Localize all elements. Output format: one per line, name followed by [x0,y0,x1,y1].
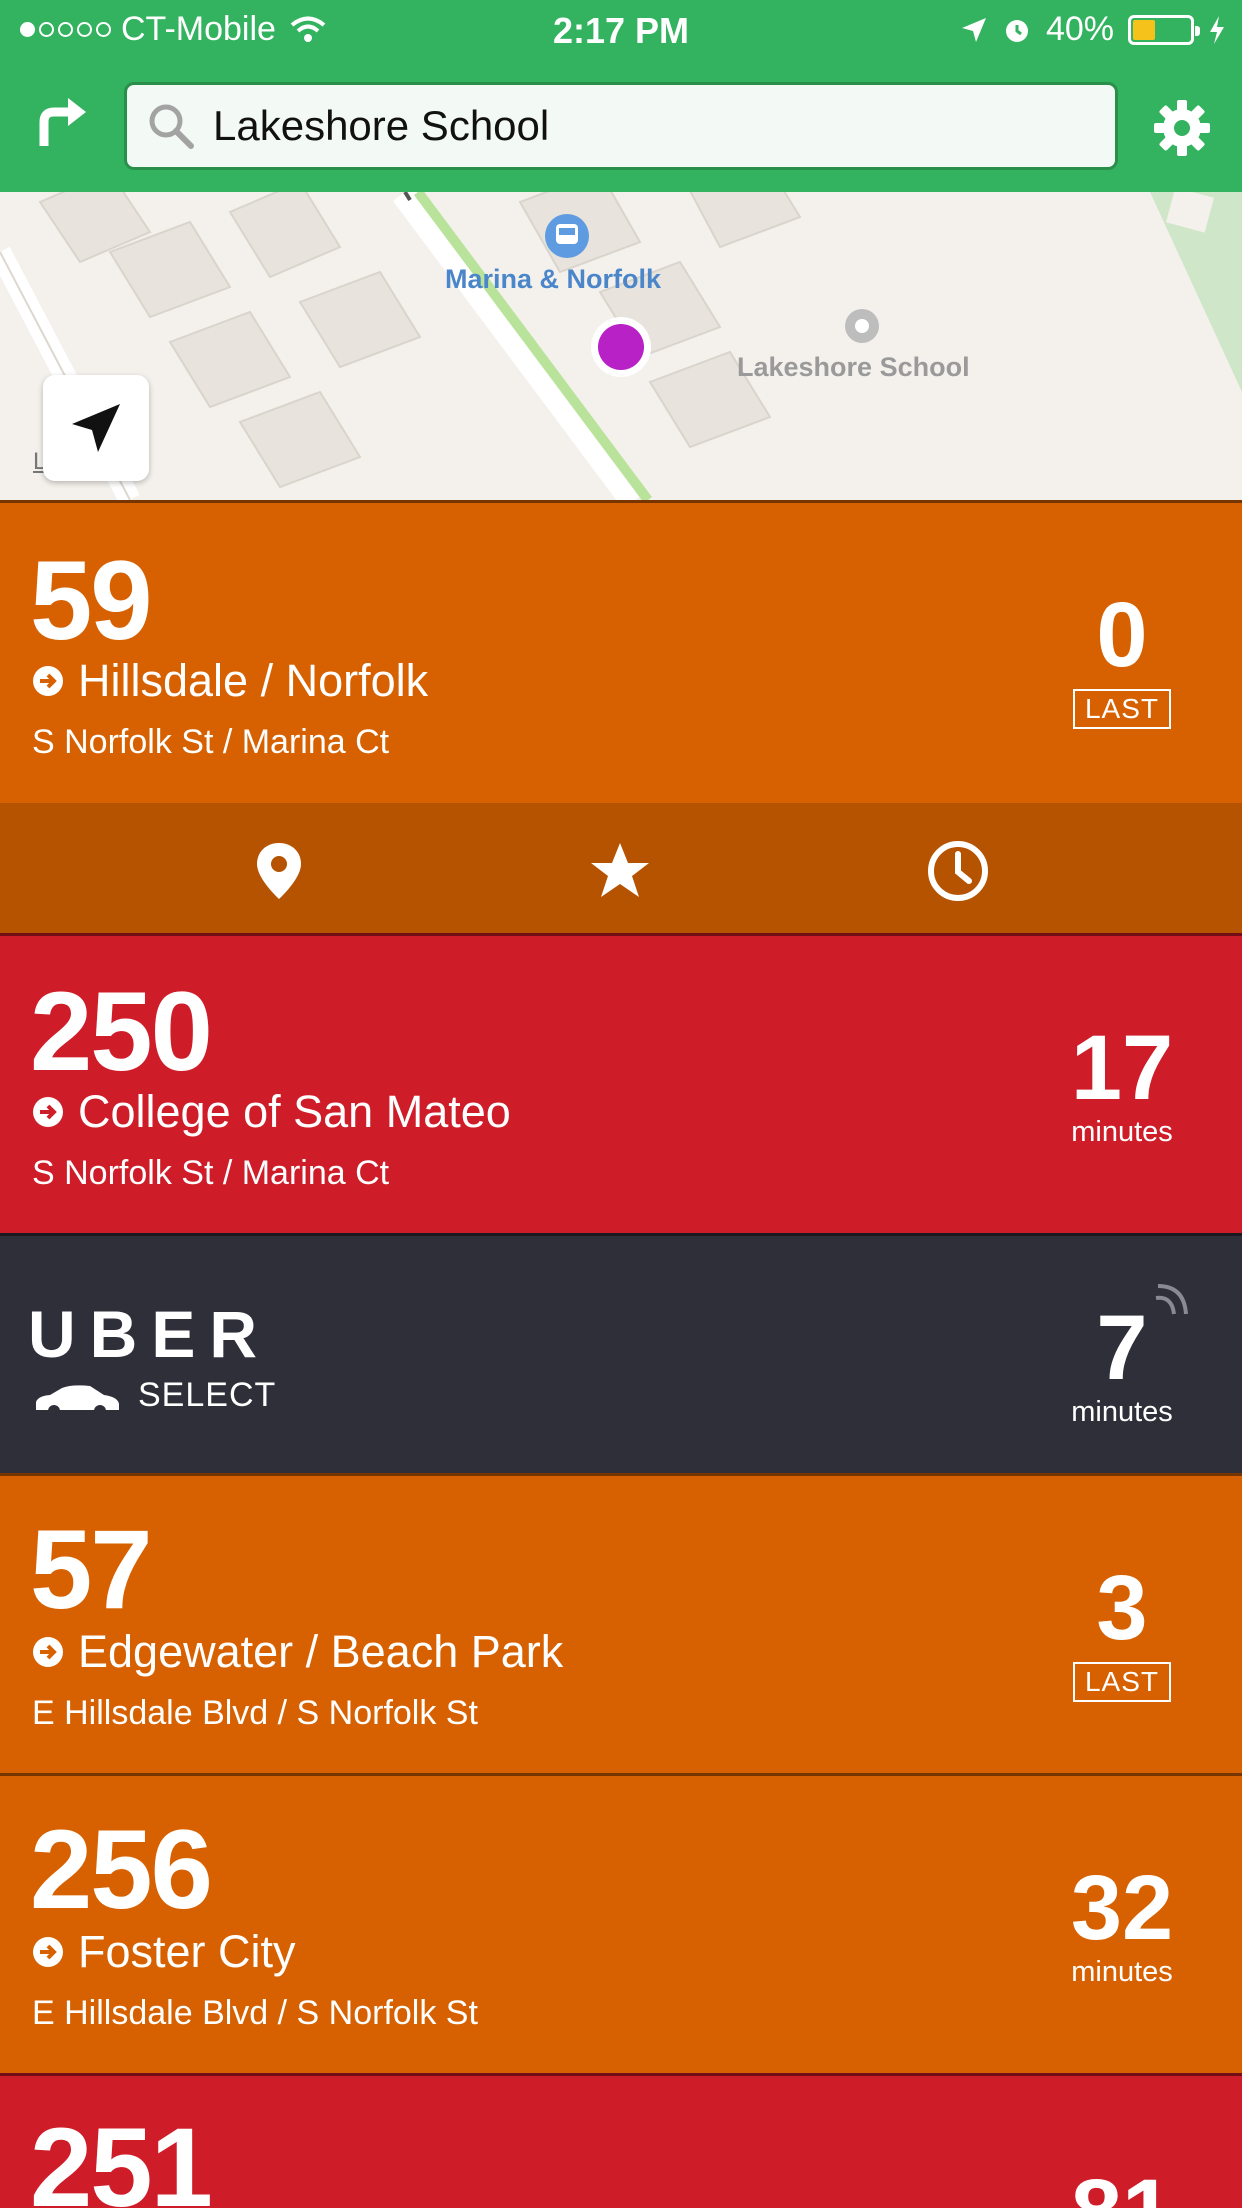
eta-value: 17 [1070,1017,1174,1119]
route-number: 250 [30,969,213,1094]
car-icon [36,1385,119,1417]
route-stop: S Norfolk St / Marina Ct [32,1154,390,1192]
route-number: 59 [30,538,153,663]
route-eta: 0 LAST [1052,589,1192,729]
route-destination-label: Edgewater / Beach Park [78,1626,564,1677]
route-card-256[interactable]: 256 Foster City E Hillsdale Blvd / S Nor… [0,1773,1242,2073]
search-bar [0,62,1242,192]
map-place-label[interactable]: Lakeshore School [737,352,970,383]
route-eta: 17 minutes [1052,1022,1192,1149]
route-number: 57 [30,1507,153,1632]
route-stop: E Hillsdale Blvd / S Norfolk St [32,1694,478,1732]
battery-percent: 40% [1045,10,1114,48]
status-bar: CT-Mobile 2:17 PM 40% [0,0,1242,62]
route-number: 256 [30,1807,213,1932]
location-arrow-icon [961,17,986,42]
eta-value: 0 [1096,584,1148,686]
gear-icon[interactable] [1152,98,1212,158]
route-card-59[interactable]: 59 Hillsdale / Norfolk S Norfolk St / Ma… [0,500,1242,803]
charging-bolt-icon [1210,15,1224,44]
eta-value: 81 [1052,2166,1192,2208]
search-icon [149,104,194,149]
route-destination-label: Foster City [78,1926,296,1977]
route-stop: S Norfolk St / Marina Ct [32,723,390,761]
eta-value: 7 [1096,1297,1148,1399]
turn-right-icon[interactable] [34,92,94,152]
eta-value: 32 [1070,1857,1174,1959]
route-destination: College of San Mateo [32,1086,511,1138]
eta-unit: minutes [1071,1396,1173,1428]
location-pin-icon[interactable] [247,839,311,903]
uber-eta: 7 minutes [1052,1302,1192,1429]
navigation-arrow-icon [72,404,120,452]
eta-unit: minutes [1071,1956,1173,1988]
route-eta: 32 minutes [1052,1862,1192,1989]
route-destination-label: Hillsdale / Norfolk [78,655,429,706]
eta-unit: minutes [1071,1116,1173,1148]
star-icon[interactable] [588,839,652,903]
route-number: 251 [30,2105,213,2208]
clock-icon[interactable] [926,839,990,903]
alarm-icon [1005,19,1028,42]
map-tiles [0,192,1242,500]
direction-arrow-icon [33,1097,63,1127]
status-indicators: 40% [960,10,1226,49]
route-card-250[interactable]: 250 College of San Mateo S Norfolk St / … [0,933,1242,1233]
uber-logo: UBER [28,1297,272,1371]
locate-me-button[interactable] [43,375,149,481]
map-stop-label[interactable]: Marina & Norfolk [445,264,661,295]
route-destination: Edgewater / Beach Park [32,1626,563,1678]
direction-arrow-icon [33,1637,63,1667]
uber-card[interactable]: UBER SELECT 7 minutes [0,1233,1242,1473]
eta-last-badge: LAST [1072,1662,1172,1702]
search-field[interactable] [124,82,1118,170]
route-card-251[interactable]: 251 81 [0,2073,1242,2208]
direction-arrow-icon [33,1937,63,1967]
route-destination-label: College of San Mateo [78,1086,511,1137]
route-action-bar [0,803,1242,933]
route-card-57[interactable]: 57 Edgewater / Beach Park E Hillsdale Bl… [0,1473,1242,1773]
eta-last-badge: LAST [1072,689,1172,729]
uber-product: SELECT [138,1376,277,1414]
route-destination: Foster City [32,1926,296,1978]
direction-arrow-icon [33,666,63,696]
map-view[interactable]: Marina & Norfolk Lakeshore School L [0,192,1242,500]
search-input[interactable] [213,102,1093,150]
eta-value: 3 [1096,1557,1148,1659]
route-eta: 3 LAST [1052,1562,1192,1702]
battery-icon [1128,14,1200,45]
route-stop: E Hillsdale Blvd / S Norfolk St [32,1994,478,2032]
route-destination: Hillsdale / Norfolk [32,655,428,707]
route-eta: 81 [1052,2166,1192,2208]
